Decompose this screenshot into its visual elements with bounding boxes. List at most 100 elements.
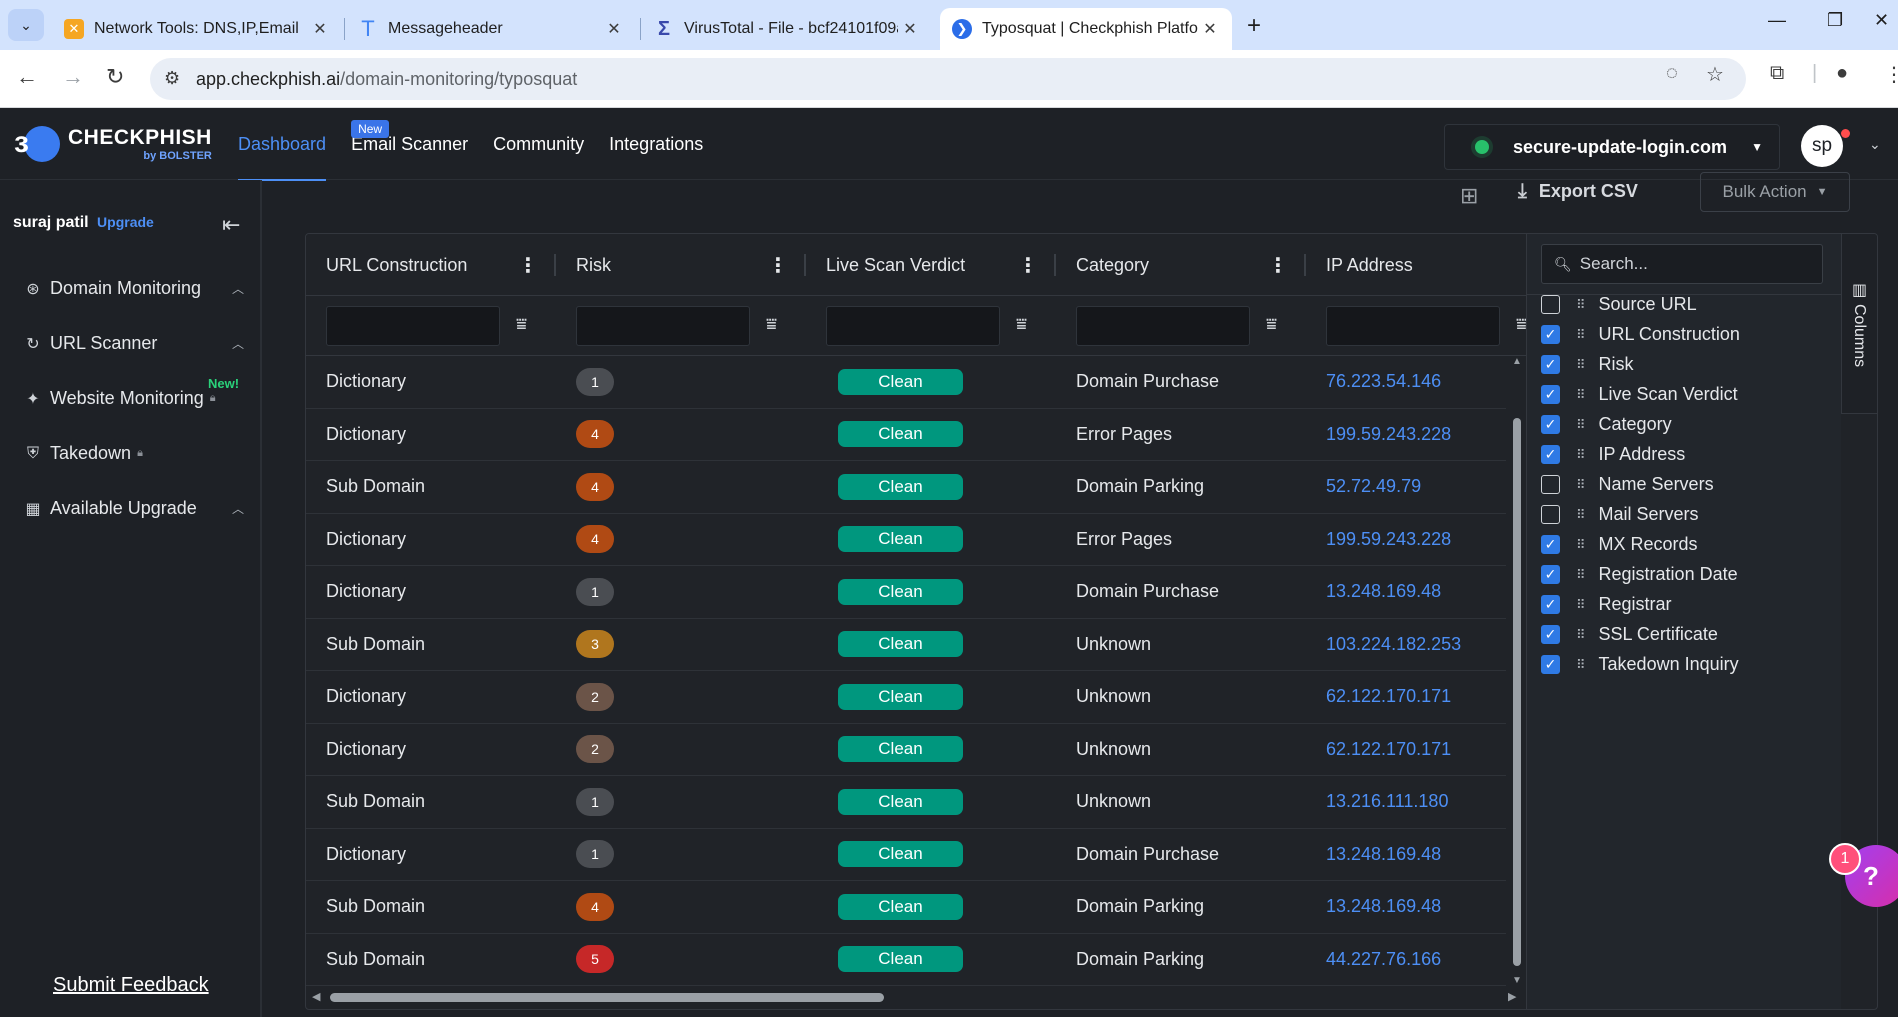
browser-tab-network-tools[interactable]: ✕ Network Tools: DNS,IP,Email ✕ <box>52 8 342 50</box>
drag-handle-icon[interactable]: ⠿ <box>1576 387 1585 403</box>
submit-feedback-link[interactable]: Submit Feedback <box>53 974 209 997</box>
nav-email-scanner[interactable]: Email Scanner New <box>351 108 468 180</box>
scrollbar-thumb[interactable] <box>330 993 884 1002</box>
menu-kebab-icon[interactable]: ⋮ <box>1884 62 1898 87</box>
table-row[interactable]: Dictionary 1 Clean Domain Purchase 76.223.54… <box>306 356 1506 409</box>
column-resize-handle[interactable] <box>554 254 556 276</box>
url-bar[interactable]: ⚙ app.checkphish.ai/domain-monitoring/ty… <box>150 58 1746 100</box>
column-menu-icon[interactable]: ⋮ <box>768 234 788 296</box>
filter-icon[interactable]: ⩸ <box>766 314 777 335</box>
filter-input-ip-address[interactable] <box>1326 306 1500 346</box>
column-checkbox[interactable]: ✓ <box>1541 595 1560 614</box>
scroll-left-icon[interactable]: ◀ <box>312 990 320 1003</box>
nav-integrations[interactable]: Integrations <box>609 108 703 180</box>
browser-tab-checkphish[interactable]: ❯ Typosquat | Checkphish Platform ✕ <box>940 8 1232 50</box>
profile-icon[interactable]: ● <box>1836 62 1848 85</box>
column-toggle-item[interactable]: ✓ ⠿ MX Records <box>1541 534 1698 555</box>
table-row[interactable]: Sub Domain 3 Clean Unknown 103.224.182.253 <box>306 619 1506 671</box>
ip-address-link[interactable]: 52.72.49.79 <box>1326 476 1421 497</box>
sidebar-item-takedown[interactable]: ⛨ Takedown 🔒︎ <box>24 443 250 464</box>
reload-icon[interactable]: ↻ <box>106 64 124 90</box>
filter-input-url-construction[interactable] <box>326 306 500 346</box>
column-checkbox[interactable]: ✓ <box>1541 625 1560 644</box>
filter-input-live-scan-verdict[interactable] <box>826 306 1000 346</box>
star-icon[interactable]: ☆ <box>1706 62 1724 87</box>
column-toggle-item[interactable]: ✓ ⠿ SSL Certificate <box>1541 624 1718 645</box>
scroll-right-icon[interactable]: ▶ <box>1508 990 1516 1003</box>
table-row[interactable]: Dictionary 1 Clean Domain Purchase 13.248.16… <box>306 829 1506 881</box>
minimize-icon[interactable]: — <box>1768 10 1786 31</box>
sidebar-item-website-monitoring[interactable]: ✦ Website Monitoring 🔒︎ <box>24 388 250 409</box>
scroll-up-icon[interactable]: ▲ <box>1512 356 1522 367</box>
column-checkbox[interactable]: ✓ <box>1541 385 1560 404</box>
bulk-action-dropdown[interactable]: Bulk Action ▼ <box>1700 172 1850 212</box>
column-header-risk[interactable]: Risk <box>576 234 611 296</box>
drag-handle-icon[interactable]: ⠿ <box>1576 597 1585 613</box>
drag-handle-icon[interactable]: ⠿ <box>1576 477 1585 493</box>
column-toggle-item[interactable]: ⠿ Name Servers <box>1541 474 1714 495</box>
column-resize-handle[interactable] <box>804 254 806 276</box>
ip-address-link[interactable]: 13.248.169.48 <box>1326 581 1441 602</box>
column-toggle-item[interactable]: ✓ ⠿ URL Construction <box>1541 324 1740 345</box>
sidebar-item-domain-monitoring[interactable]: ⊛ Domain Monitoring ︿ <box>24 278 250 299</box>
scrollbar-thumb[interactable] <box>1513 418 1521 966</box>
ip-address-link[interactable]: 13.216.111.180 <box>1326 791 1448 812</box>
tab-search-button[interactable]: ⌄ <box>8 9 44 41</box>
drag-handle-icon[interactable]: ⠿ <box>1576 657 1585 673</box>
table-row[interactable]: Dictionary 2 Clean Unknown 62.122.170.171 <box>306 724 1506 776</box>
column-menu-icon[interactable]: ⋮ <box>1268 234 1288 296</box>
avatar[interactable]: sp <box>1801 125 1843 167</box>
column-toggle-item[interactable]: ✓ ⠿ Registration Date <box>1541 564 1738 585</box>
browser-tab-messageheader[interactable]: T Messageheader ✕ <box>346 8 636 50</box>
scroll-down-icon[interactable]: ▼ <box>1512 975 1522 986</box>
back-arrow-icon[interactable]: ← <box>16 64 38 90</box>
ip-address-link[interactable]: 13.248.169.48 <box>1326 844 1441 865</box>
close-icon[interactable]: ✕ <box>898 19 922 39</box>
table-row[interactable]: Dictionary 4 Clean Error Pages 199.59.243.22… <box>306 514 1506 566</box>
checkphish-logo[interactable]: ɜ CHECKPHISH by BOLSTER <box>14 124 212 164</box>
drag-handle-icon[interactable]: ⠿ <box>1576 297 1585 313</box>
column-checkbox[interactable]: ✓ <box>1541 325 1560 344</box>
sidebar-item-available-upgrade[interactable]: ▦ Available Upgrade ︿ <box>24 498 250 519</box>
ip-address-link[interactable]: 199.59.243.228 <box>1326 424 1451 445</box>
drag-handle-icon[interactable]: ⠿ <box>1576 627 1585 643</box>
table-row[interactable]: Dictionary 4 Clean Error Pages 199.59.243.22… <box>306 409 1506 461</box>
ip-address-link[interactable]: 103.224.182.253 <box>1326 634 1461 655</box>
column-checkbox[interactable] <box>1541 475 1560 494</box>
drag-handle-icon[interactable]: ⠿ <box>1576 507 1585 523</box>
ip-address-link[interactable]: 199.59.243.228 <box>1326 529 1451 550</box>
column-checkbox[interactable] <box>1541 295 1560 314</box>
drag-handle-icon[interactable]: ⠿ <box>1576 357 1585 373</box>
grid-view-icon[interactable]: ⊞ <box>1460 183 1478 209</box>
filter-input-category[interactable] <box>1076 306 1250 346</box>
column-toggle-item[interactable]: ✓ ⠿ Risk <box>1541 354 1634 375</box>
collapse-sidebar-icon[interactable]: ⇤ <box>222 212 240 238</box>
column-toggle-item[interactable]: ✓ ⠿ Category <box>1541 414 1672 435</box>
filter-icon[interactable]: ⩸ <box>1016 314 1027 335</box>
export-csv-button[interactable]: ⤓ Export CSV <box>1518 180 1638 203</box>
columns-side-tab[interactable]: ▥ Columns <box>1841 234 1877 414</box>
column-checkbox[interactable] <box>1541 505 1560 524</box>
vertical-scrollbar[interactable]: ▲ ▼ <box>1510 356 1524 986</box>
column-checkbox[interactable]: ✓ <box>1541 535 1560 554</box>
filter-input-risk[interactable] <box>576 306 750 346</box>
column-toggle-item[interactable]: ⠿ Source URL <box>1541 294 1697 315</box>
drag-handle-icon[interactable]: ⠿ <box>1576 567 1585 583</box>
column-resize-handle[interactable] <box>1054 254 1056 276</box>
browser-tab-virustotal[interactable]: Σ VirusTotal - File - bcf24101f09a ✕ <box>642 8 932 50</box>
window-close-icon[interactable]: ✕ <box>1874 10 1889 31</box>
column-menu-icon[interactable]: ⋮ <box>518 234 538 296</box>
column-checkbox[interactable]: ✓ <box>1541 355 1560 374</box>
column-checkbox[interactable]: ✓ <box>1541 415 1560 434</box>
table-row[interactable]: Dictionary 1 Clean Domain Purchase 13.248.16… <box>306 566 1506 619</box>
new-tab-icon[interactable]: + <box>1247 12 1261 40</box>
drag-handle-icon[interactable]: ⠿ <box>1576 417 1585 433</box>
column-header-live-scan-verdict[interactable]: Live Scan Verdict <box>826 234 965 296</box>
column-toggle-item[interactable]: ✓ ⠿ Live Scan Verdict <box>1541 384 1738 405</box>
nav-dashboard[interactable]: Dashboard <box>238 108 327 181</box>
ip-address-link[interactable]: 13.248.169.48 <box>1326 896 1441 917</box>
filter-icon[interactable]: ⩸ <box>516 314 527 335</box>
drag-handle-icon[interactable]: ⠿ <box>1576 447 1585 463</box>
column-toggle-item[interactable]: ✓ ⠿ Takedown Inquiry <box>1541 654 1739 675</box>
nav-community[interactable]: Community <box>493 108 584 180</box>
